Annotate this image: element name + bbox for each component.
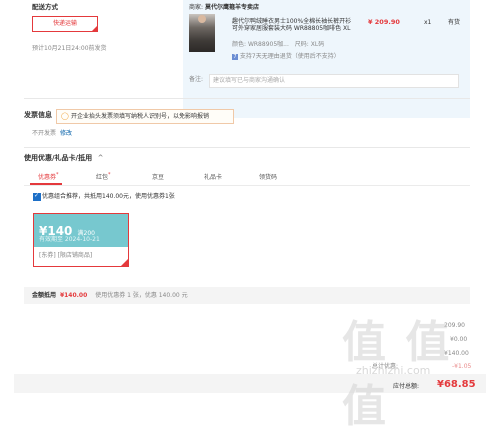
return-policy-text: 支持7天无理由退货（使用后不支持） <box>239 53 340 60</box>
discount-title[interactable]: 使用优惠/礼品卡/抵用 ^ <box>24 154 103 162</box>
lightbulb-icon: ◯ <box>61 112 69 120</box>
product-title-line2: 可外穿家居服套装大码 WR88805咖啡色 XL <box>232 25 351 33</box>
invoice-type-line: 不开发票 修改 <box>32 130 72 137</box>
return-policy: 7 支持7天无理由退货（使用后不支持） <box>232 53 340 60</box>
tab-label: 红包 <box>96 174 109 181</box>
tab-coupon[interactable]: 优惠券* <box>38 172 59 181</box>
seller-name[interactable]: 莫代尔鹰箍羊专卖店 <box>205 4 259 11</box>
remark-input[interactable]: 建议填写已与商家沟通确认 <box>209 74 459 88</box>
tab-badge: * <box>108 172 111 178</box>
remark-label: 备注: <box>189 76 204 83</box>
tab-redeem-code[interactable]: 领货码 <box>259 172 277 181</box>
chevron-up-icon: ^ <box>97 154 104 162</box>
selected-corner-icon <box>121 259 128 266</box>
color-label: 颜色: <box>232 41 247 48</box>
product-spec: 颜色: WR88905咖... 尺码: XL码 <box>232 41 324 48</box>
optimal-note: 优惠组合推荐，共抵用140.00元，使用优惠券1张 <box>42 193 175 200</box>
selected-corner-icon <box>92 26 97 31</box>
shipping-eta: 预计10月21日24:00前发货 <box>32 45 107 52</box>
optimal-checkbox[interactable]: ✓ <box>33 192 41 201</box>
size-label: 尺码: <box>294 41 309 48</box>
tab-jingdou[interactable]: 京豆 <box>152 172 164 181</box>
product-thumbnail-head <box>198 15 206 23</box>
product-price: ¥ 209.90 <box>368 18 400 26</box>
section-divider <box>24 98 470 99</box>
summary-amount: ¥140.00 <box>59 292 88 299</box>
section-divider <box>24 147 470 148</box>
invoice-notice-text: 开企业抬头发票须填写纳税人识别号，以免影响报销 <box>71 113 210 120</box>
invoice-edit-link[interactable]: 修改 <box>60 130 72 137</box>
tab-label: 礼品卡 <box>204 174 223 181</box>
coupon-tags: [东券] [限店铺商品] <box>39 252 93 259</box>
watermark-domain: zhizhizhi.com <box>356 364 431 377</box>
tab-label: 京豆 <box>152 174 165 181</box>
shipping-method-label: 快递运输 <box>52 20 77 27</box>
product-title[interactable]: 趣代尔鸭绒睡衣男士100%全棉长袖长裤开衫 可外穿家居服套装大码 WR88805… <box>232 18 360 32</box>
invoice-title: 发票信息 <box>24 111 52 119</box>
discount-summary: 金额抵用 ¥140.00 使用优惠券 1 张，优惠 140.00 元 <box>32 292 188 299</box>
color-value: WR88905咖... <box>247 41 289 48</box>
tab-badge: * <box>56 172 59 178</box>
tabs-divider <box>24 185 470 186</box>
shipping-title: 配送方式 <box>32 3 58 11</box>
seller-label: 商家: <box>189 4 204 11</box>
coupon-card[interactable]: ¥140 满200 有效期至 2024-10-21 [东券] [限店铺商品] <box>33 213 129 267</box>
coupon-validity: 有效期至 2024-10-21 <box>39 236 100 243</box>
size-value: XL码 <box>310 41 325 48</box>
summary-label: 金额抵用 <box>32 292 57 299</box>
invoice-notice: ◯ 开企业抬头发票须填写纳税人识别号，以免影响报销 <box>56 109 234 124</box>
discount-title-text: 使用优惠/礼品卡/抵用 <box>24 154 93 162</box>
seller-line: 商家: 莫代尔鹰箍羊专卖店 <box>189 4 259 11</box>
product-stock: 有货 <box>448 19 461 26</box>
check-icon: ✓ <box>34 192 40 199</box>
tab-red-packet[interactable]: 红包* <box>96 172 111 181</box>
tab-gift-card[interactable]: 礼品卡 <box>204 172 222 181</box>
return-badge-icon: 7 <box>232 53 238 60</box>
remark-placeholder: 建议填写已与商家沟通确认 <box>213 77 286 84</box>
invoice-type: 不开发票 <box>32 130 57 137</box>
shipping-method-button[interactable]: 快递运输 <box>32 16 98 32</box>
active-tab-indicator <box>30 183 62 185</box>
product-qty: x1 <box>424 19 432 26</box>
tab-label: 领货码 <box>259 174 278 181</box>
summary-detail: 使用优惠券 1 张，优惠 140.00 元 <box>95 292 188 299</box>
tab-label: 优惠券 <box>38 174 57 181</box>
